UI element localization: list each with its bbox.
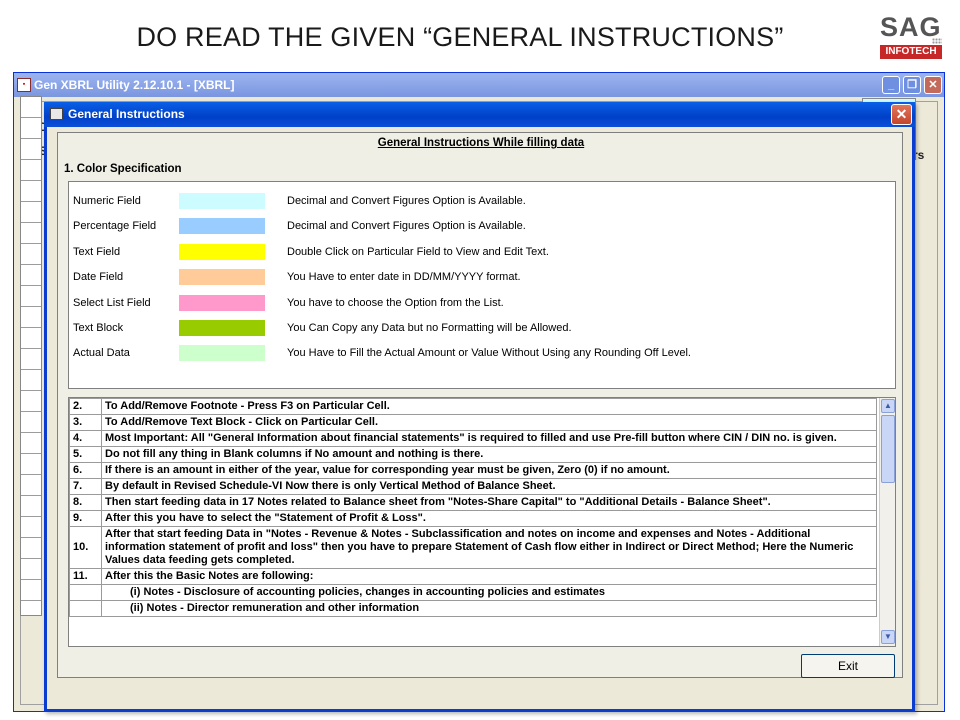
slide-title: DO READ THE GIVEN “GENERAL INSTRUCTIONS” xyxy=(136,22,784,52)
instruction-text: By default in Revised Schedule-VI Now th… xyxy=(101,478,877,495)
instruction-number xyxy=(69,584,102,601)
exit-button[interactable]: Exit xyxy=(801,654,895,678)
color-label: Percentage Field xyxy=(73,220,157,232)
table-row: 5. Do not fill any thing in Blank columns… xyxy=(69,446,877,463)
restore-icon[interactable]: ❐ xyxy=(903,76,921,94)
instruction-text: (i) Notes - Disclosure of accounting pol… xyxy=(101,584,877,601)
color-row-numeric: Numeric Field Decimal and Convert Figure… xyxy=(69,192,895,212)
color-label: Numeric Field xyxy=(73,195,141,207)
instruction-number xyxy=(69,600,102,617)
instruction-text: Most Important: All "General Information… xyxy=(101,430,877,447)
color-description: Decimal and Convert Figures Option is Av… xyxy=(287,195,526,207)
instruction-number: 2. xyxy=(69,398,102,415)
color-swatch xyxy=(179,320,265,336)
table-row: 7. By default in Revised Schedule-VI Now … xyxy=(69,478,877,495)
color-row-text-block: Text Block You Can Copy any Data but no … xyxy=(69,319,895,339)
color-row-select-list: Select List Field You have to choose the… xyxy=(69,294,895,314)
instructions-list-box[interactable]: 2. To Add/Remove Footnote - Press F3 on P… xyxy=(68,397,896,647)
color-description: You Have to Fill the Actual Amount or Va… xyxy=(287,347,691,359)
color-label: Actual Data xyxy=(73,347,130,359)
instruction-text: After this the Basic Notes are following… xyxy=(101,568,877,585)
scroll-up-icon[interactable]: ▲ xyxy=(881,399,895,413)
color-description: Decimal and Convert Figures Option is Av… xyxy=(287,220,526,232)
color-spec-title: 1. Color Specification xyxy=(64,163,182,175)
table-row: 10. After that start feeding Data in "Not… xyxy=(69,526,877,569)
instruction-text: After that start feeding Data in "Notes … xyxy=(101,526,877,569)
table-row: 6. If there is an amount in either of the… xyxy=(69,462,877,479)
color-row-actual-data: Actual Data You Have to Fill the Actual … xyxy=(69,344,895,364)
color-description: You Can Copy any Data but no Formatting … xyxy=(287,322,572,334)
color-description: You Have to enter date in DD/MM/YYYY for… xyxy=(287,271,521,283)
instruction-text: After this you have to select the "State… xyxy=(101,510,877,527)
close-icon[interactable]: ✕ xyxy=(924,76,942,94)
color-swatch xyxy=(179,193,265,209)
scroll-thumb[interactable] xyxy=(881,415,895,483)
color-label: Text Block xyxy=(73,322,124,334)
instruction-number: 3. xyxy=(69,414,102,431)
dialog-close-icon[interactable]: ✕ xyxy=(891,104,912,125)
table-row: 9. After this you have to select the "Sta… xyxy=(69,510,877,527)
color-row-text: Text Field Double Click on Particular Fi… xyxy=(69,243,895,263)
color-row-date: Date Field You Have to enter date in DD/… xyxy=(69,268,895,288)
table-row: 11. After this the Basic Notes are follow… xyxy=(69,568,877,585)
minimize-icon[interactable]: _ xyxy=(882,76,900,94)
color-description: You have to choose the Option from the L… xyxy=(287,297,504,309)
color-specification-box: Numeric Field Decimal and Convert Figure… xyxy=(68,181,896,389)
color-label: Date Field xyxy=(73,271,124,283)
instruction-number: 6. xyxy=(69,462,102,479)
instruction-text: If there is an amount in either of the y… xyxy=(101,462,877,479)
instruction-text: (ii) Notes - Director remuneration and o… xyxy=(101,600,877,617)
instruction-number: 11. xyxy=(69,568,102,585)
color-row-percentage: Percentage Field Decimal and Convert Fig… xyxy=(69,217,895,237)
color-swatch xyxy=(179,269,265,285)
color-swatch xyxy=(179,345,265,361)
main-window-title: Gen XBRL Utility 2.12.10.1 - [XBRL] xyxy=(34,78,235,92)
instructions-scrollbar[interactable]: ▲ ▼ xyxy=(879,398,895,646)
sag-infotech-logo: SAG INFOTECH xyxy=(878,12,948,62)
table-row: (i) Notes - Disclosure of accounting pol… xyxy=(69,584,877,601)
color-description: Double Click on Particular Field to View… xyxy=(287,246,549,258)
instruction-number: 4. xyxy=(69,430,102,447)
background-grid xyxy=(20,96,42,616)
instructions-table: 2. To Add/Remove Footnote - Press F3 on P… xyxy=(69,398,877,617)
instruction-number: 8. xyxy=(69,494,102,511)
instruction-text: To Add/Remove Footnote - Press F3 on Par… xyxy=(101,398,877,415)
logo-dots xyxy=(932,38,942,44)
table-row: 2. To Add/Remove Footnote - Press F3 on P… xyxy=(69,398,877,415)
instruction-number: 5. xyxy=(69,446,102,463)
table-row: 4. Most Important: All "General Informati… xyxy=(69,430,877,447)
instruction-text: Then start feeding data in 17 Notes rela… xyxy=(101,494,877,511)
instruction-number: 10. xyxy=(69,526,102,569)
color-label: Select List Field xyxy=(73,297,151,309)
color-swatch xyxy=(179,295,265,311)
color-label: Text Field xyxy=(73,246,121,258)
instructions-panel: General Instructions While filling data … xyxy=(57,132,903,678)
color-swatch xyxy=(179,244,265,260)
table-row: 8. Then start feeding data in 17 Notes re… xyxy=(69,494,877,511)
dialog-title: General Instructions xyxy=(68,107,185,121)
scroll-down-icon[interactable]: ▼ xyxy=(881,630,895,644)
table-row: (ii) Notes - Director remuneration and o… xyxy=(69,600,877,617)
app-icon: ▪ xyxy=(17,78,31,92)
general-instructions-dialog: General Instructions ✕ General Instructi… xyxy=(44,102,915,712)
instruction-text: To Add/Remove Text Block - Click on Part… xyxy=(101,414,877,431)
table-row: 3. To Add/Remove Text Block - Click on Pa… xyxy=(69,414,877,431)
color-swatch xyxy=(179,218,265,234)
instruction-number: 9. xyxy=(69,510,102,527)
dialog-window-icon xyxy=(50,108,63,120)
main-titlebar[interactable]: ▪ Gen XBRL Utility 2.12.10.1 - [XBRL] _ … xyxy=(14,73,944,97)
logo-bar: INFOTECH xyxy=(880,45,942,59)
instructions-heading: General Instructions While filling data xyxy=(377,137,585,149)
instruction-text: Do not fill any thing in Blank columns i… xyxy=(101,446,877,463)
instruction-number: 7. xyxy=(69,478,102,495)
dialog-titlebar[interactable]: General Instructions ✕ xyxy=(44,102,915,127)
